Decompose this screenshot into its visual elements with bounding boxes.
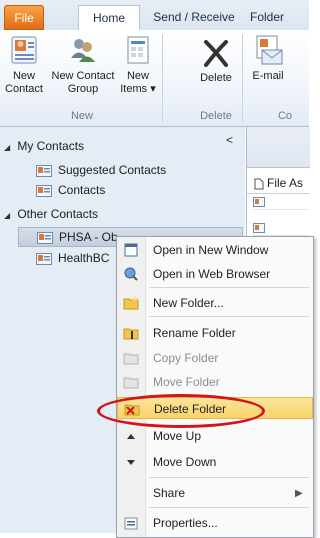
menu-item-label: Open in New Window bbox=[153, 243, 269, 257]
communicate-group-label: Co bbox=[277, 110, 293, 122]
nav-item-label: HealthBC bbox=[58, 251, 110, 265]
folder-context-menu: Open in New Window Open in Web Browser N… bbox=[116, 236, 314, 538]
tab-home[interactable]: Home bbox=[78, 5, 140, 31]
shared-contact-folder-icon bbox=[37, 231, 53, 244]
delete-label: Delete bbox=[200, 72, 232, 84]
delete-group-label: Delete bbox=[200, 110, 232, 122]
nav-item-healthbc[interactable]: HealthBC bbox=[36, 249, 109, 267]
menu-item-label: Move Down bbox=[153, 455, 217, 469]
menu-item-label: Move Up bbox=[153, 429, 202, 443]
ribbon: New Contact New Contact Group New Items … bbox=[0, 30, 309, 127]
new-contact-group-button[interactable]: New Contact Group bbox=[50, 34, 116, 96]
list-row[interactable] bbox=[253, 197, 309, 210]
move-folder-icon bbox=[123, 377, 139, 389]
new-contact-label-2: Contact bbox=[5, 83, 43, 95]
collapse-pane-button[interactable]: < bbox=[226, 133, 233, 147]
menu-item-rename-folder[interactable]: Rename Folder bbox=[117, 322, 313, 344]
submenu-arrow-icon: ▶ bbox=[295, 488, 303, 499]
rename-folder-icon bbox=[123, 328, 139, 340]
menu-item-label: Move Folder bbox=[153, 375, 220, 389]
search-bar-area bbox=[247, 127, 310, 168]
menu-separator bbox=[149, 507, 309, 508]
list-row[interactable] bbox=[253, 223, 309, 236]
contact-card-icon bbox=[253, 223, 265, 233]
new-window-icon bbox=[124, 243, 138, 257]
nav-item-label: Suggested Contacts bbox=[58, 163, 167, 177]
contact-card-icon bbox=[11, 36, 37, 64]
new-items-icon bbox=[127, 36, 149, 64]
email-label: E-mail bbox=[252, 70, 284, 82]
contact-card-icon bbox=[253, 197, 265, 207]
expand-triangle-icon: ◢ bbox=[4, 211, 11, 220]
new-items-button[interactable]: New Items ▾ bbox=[120, 34, 156, 96]
my-contacts-header[interactable]: ◢ My Contacts bbox=[4, 139, 84, 153]
new-items-label-1: New bbox=[126, 70, 149, 82]
new-contact-button[interactable]: New Contact bbox=[4, 34, 44, 96]
menu-item-label: Properties... bbox=[153, 516, 218, 530]
contact-group-icon bbox=[71, 39, 95, 62]
annotation-highlight-ring bbox=[97, 394, 265, 428]
new-contact-label-1: New bbox=[12, 70, 35, 82]
column-header[interactable]: File As bbox=[247, 173, 310, 194]
menu-item-open-web-browser[interactable]: Open in Web Browser bbox=[117, 263, 313, 285]
menu-separator bbox=[149, 287, 309, 288]
menu-item-label: Rename Folder bbox=[153, 326, 236, 340]
expand-triangle-icon: ◢ bbox=[4, 143, 11, 152]
new-group-label: New bbox=[70, 110, 93, 122]
ribbon-tab-bar: File Home Send / Receive Folder bbox=[0, 0, 309, 31]
copy-folder-icon bbox=[123, 353, 139, 365]
nav-item-suggested-contacts[interactable]: Suggested Contacts bbox=[36, 161, 166, 179]
menu-item-share[interactable]: Share ▶ bbox=[117, 482, 313, 504]
menu-item-move-folder[interactable]: Move Folder bbox=[117, 371, 313, 393]
shared-contact-folder-icon bbox=[36, 252, 52, 265]
new-items-label-2: Items ▾ bbox=[120, 83, 156, 95]
properties-icon bbox=[124, 517, 138, 530]
menu-item-label: Copy Folder bbox=[153, 351, 219, 365]
menu-item-open-new-window[interactable]: Open in New Window bbox=[117, 239, 313, 261]
contact-folder-icon bbox=[36, 184, 52, 197]
tab-folder[interactable]: Folder bbox=[250, 5, 310, 30]
web-browser-icon bbox=[124, 267, 138, 281]
triangle-down-icon bbox=[127, 460, 135, 465]
tab-file[interactable]: File bbox=[4, 5, 44, 30]
delete-x-icon bbox=[204, 40, 228, 67]
menu-item-copy-folder[interactable]: Copy Folder bbox=[117, 347, 313, 369]
new-folder-icon bbox=[123, 296, 139, 310]
document-icon bbox=[254, 178, 264, 190]
other-contacts-header[interactable]: ◢ Other Contacts bbox=[4, 207, 98, 221]
menu-item-properties[interactable]: Properties... bbox=[117, 512, 313, 534]
other-contacts-label: Other Contacts bbox=[17, 207, 99, 221]
group-separator bbox=[242, 34, 243, 122]
my-contacts-label: My Contacts bbox=[17, 139, 85, 153]
triangle-up-icon bbox=[127, 434, 135, 439]
menu-item-label: Open in Web Browser bbox=[153, 267, 271, 281]
menu-separator bbox=[149, 316, 309, 317]
menu-item-move-down[interactable]: Move Down bbox=[117, 451, 313, 473]
tab-send-receive[interactable]: Send / Receive bbox=[145, 5, 243, 30]
group-separator bbox=[162, 34, 163, 122]
menu-item-move-up[interactable]: Move Up bbox=[117, 425, 313, 447]
nav-item-label: Contacts bbox=[58, 183, 106, 197]
nav-item-contacts[interactable]: Contacts bbox=[36, 181, 105, 199]
column-header-label: File As bbox=[267, 176, 304, 190]
contact-folder-icon bbox=[36, 164, 52, 177]
menu-item-new-folder[interactable]: New Folder... bbox=[117, 292, 313, 314]
menu-item-label: Share bbox=[153, 486, 186, 500]
new-contact-group-label-1: New Contact bbox=[51, 70, 115, 82]
menu-separator bbox=[149, 477, 309, 478]
email-button[interactable]: E-mail bbox=[248, 34, 288, 83]
nav-item-phsa[interactable]: PHSA - Ob bbox=[37, 228, 118, 246]
nav-item-label: PHSA - Ob bbox=[59, 230, 118, 244]
delete-button[interactable]: Delete bbox=[194, 38, 238, 85]
email-icon bbox=[256, 35, 283, 65]
new-contact-group-label-2: Group bbox=[67, 83, 99, 95]
menu-item-label: New Folder... bbox=[153, 296, 224, 310]
